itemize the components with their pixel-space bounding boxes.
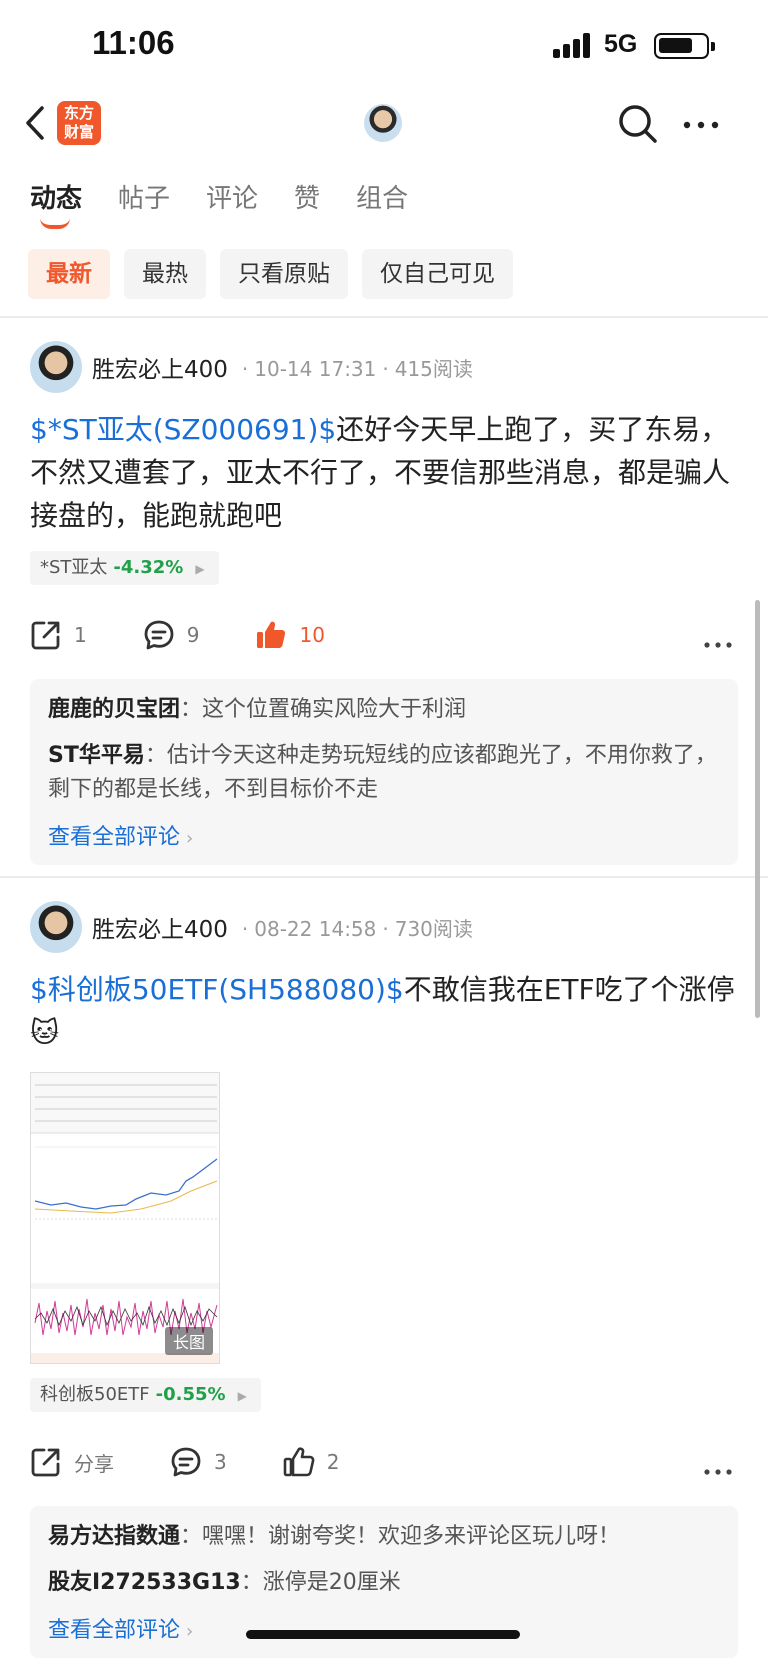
post-actions: 分享 3 2	[30, 1442, 738, 1482]
back-icon[interactable]	[24, 106, 46, 144]
filter-latest[interactable]: 最新	[28, 249, 110, 299]
tab-dynamics[interactable]: 动态	[30, 178, 82, 229]
home-indicator[interactable]	[246, 1630, 520, 1639]
view-all-comments-link[interactable]: 查看全部评论 ›	[48, 1612, 720, 1644]
scrollbar[interactable]	[755, 600, 760, 1018]
comment-item: 股友I272533G13：涨停是20厘米	[48, 1570, 401, 1595]
thumbs-up-icon	[257, 621, 286, 648]
stock-tag-link[interactable]: $*ST亚太(SZ000691)$	[30, 413, 336, 446]
comment-item: ST华平易：估计今天这种走势玩短线的应该都跑光了，不用你救了，剩下的都是长线，不…	[48, 743, 717, 802]
tab-portfolio[interactable]: 组合	[356, 178, 408, 215]
stock-tag-link[interactable]: $科创板50ETF(SH588080)$	[30, 973, 404, 1006]
comment-item: 易方达指数通：嘿嘿！谢谢夸奖！欢迎多来评论区玩儿呀！	[48, 1524, 621, 1549]
search-icon[interactable]	[618, 104, 658, 148]
post-card[interactable]: 胜宏必上400 · 10-14 17:31 · 415阅读 $*ST亚太(SZ0006…	[30, 340, 738, 865]
author-name[interactable]: 胜宏必上400	[92, 350, 228, 384]
battery-icon	[654, 33, 715, 59]
filter-private[interactable]: 仅自己可见	[362, 249, 513, 299]
post-more-icon[interactable]	[704, 1460, 732, 1479]
stock-chip[interactable]: 科创板50ETF -0.55% ▶	[30, 1378, 261, 1412]
comment-button[interactable]: 9	[143, 619, 199, 651]
avatar[interactable]	[30, 901, 82, 953]
share-icon	[31, 1448, 60, 1477]
share-button[interactable]: 分享	[30, 1446, 114, 1478]
avatar[interactable]	[364, 104, 402, 142]
post-card[interactable]: 胜宏必上400 · 08-22 14:58 · 730阅读 $科创板50ETF(SH5…	[30, 900, 738, 1658]
post-actions: 1 9 10	[30, 615, 738, 655]
share-button[interactable]: 1	[30, 619, 87, 651]
comment-preview[interactable]: 鹿鹿的贝宝团：这个位置确实风险大于利润 ST华平易：估计今天这种走势玩短线的应该…	[30, 679, 738, 865]
share-icon	[31, 621, 60, 650]
tab-comments[interactable]: 评论	[206, 178, 258, 215]
divider	[0, 876, 768, 878]
comment-icon	[171, 1447, 201, 1477]
chart-thumbnail	[31, 1073, 219, 1363]
post-content[interactable]: $科创板50ETF(SH588080)$不敢信我在ETF吃了个涨停🐱	[30, 968, 738, 1054]
post-meta: · 10-14 17:31 · 415阅读	[241, 356, 473, 381]
stock-chip[interactable]: *ST亚太 -4.32% ▶	[30, 551, 219, 585]
filter-hot[interactable]: 最热	[124, 249, 206, 299]
avatar[interactable]	[30, 341, 82, 393]
status-time: 11:06	[92, 24, 175, 61]
long-image-badge: 长图	[164, 1327, 213, 1355]
divider	[0, 316, 768, 318]
post-image[interactable]: 长图	[30, 1072, 220, 1364]
network-type: 5G	[604, 30, 638, 58]
post-content[interactable]: $*ST亚太(SZ000691)$还好今天早上跑了，买了东易，不然又遭套了，亚太…	[30, 408, 738, 537]
filter-original[interactable]: 只看原贴	[220, 249, 348, 299]
author-row: 胜宏必上400 · 10-14 17:31 · 415阅读	[30, 340, 738, 394]
post-more-icon[interactable]	[704, 633, 732, 652]
status-bar: 11:06 5G	[0, 0, 768, 92]
signal-icon	[553, 32, 593, 58]
like-button[interactable]: 10	[255, 619, 325, 651]
thumbs-up-icon	[283, 1447, 315, 1477]
like-button[interactable]: 2	[283, 1446, 339, 1478]
tab-posts[interactable]: 帖子	[118, 178, 170, 215]
filter-bar: 最新 最热 只看原贴 仅自己可见	[28, 249, 513, 299]
post-meta: · 08-22 14:58 · 730阅读	[241, 916, 473, 941]
comment-item: 鹿鹿的贝宝团：这个位置确实风险大于利润	[48, 697, 467, 722]
profile-tabs: 动态 帖子 评论 赞 组合	[30, 178, 408, 229]
author-row: 胜宏必上400 · 08-22 14:58 · 730阅读	[30, 900, 738, 954]
view-all-comments-link[interactable]: 查看全部评论 ›	[48, 819, 720, 851]
app-logo[interactable]: 东方 财富	[57, 101, 101, 145]
more-icon[interactable]	[683, 114, 719, 133]
comment-button[interactable]: 3	[170, 1446, 227, 1478]
comment-icon	[144, 620, 174, 650]
tab-likes[interactable]: 赞	[294, 178, 320, 215]
author-name[interactable]: 胜宏必上400	[92, 910, 228, 944]
